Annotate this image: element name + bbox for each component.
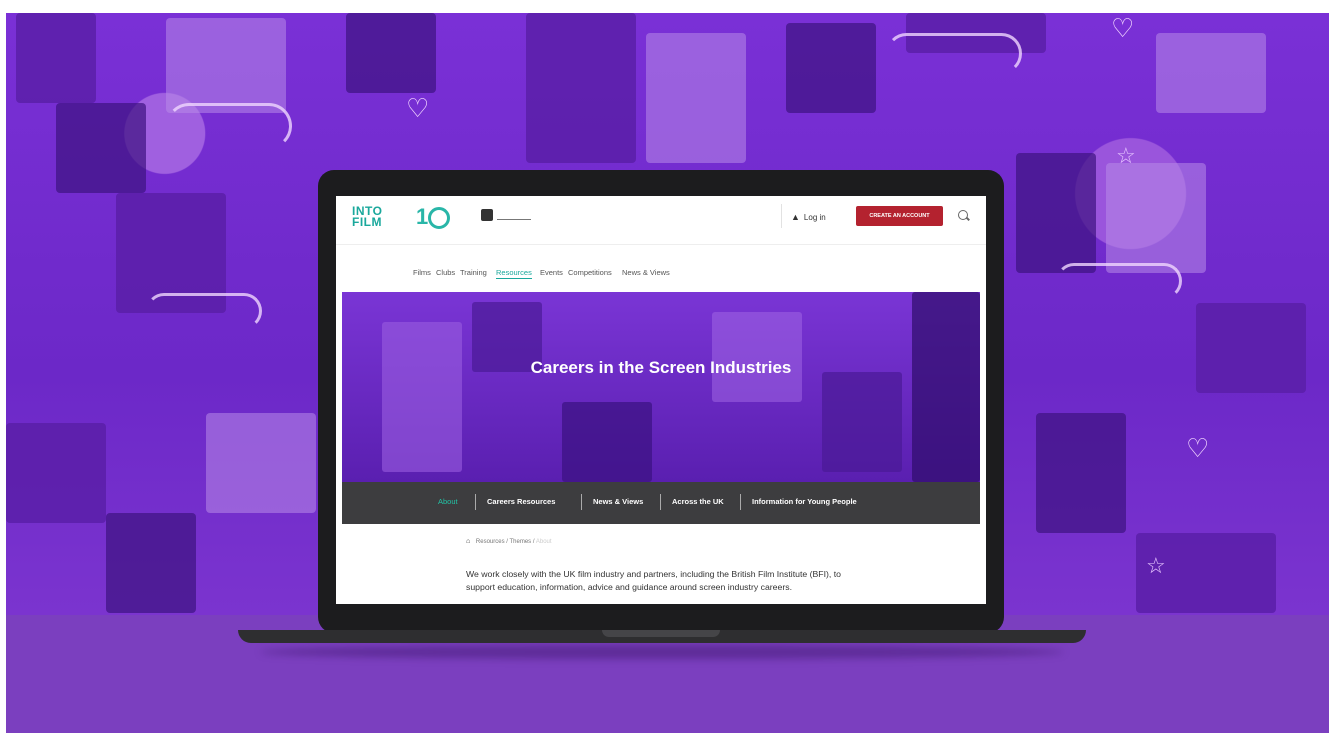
lottery-logo-icon xyxy=(497,211,531,220)
collage-photo xyxy=(1016,153,1096,273)
scribble-doodle xyxy=(166,103,292,149)
main-nav: Films Clubs Training Resources Events Co… xyxy=(336,262,986,284)
subnav-news-views[interactable]: News & Views xyxy=(593,497,643,506)
laptop-notch xyxy=(602,630,720,637)
subnav-separator xyxy=(581,494,582,510)
collage-photo xyxy=(346,13,436,93)
collage-photo xyxy=(6,423,106,523)
hero-photo xyxy=(382,322,462,472)
into-film-logo[interactable]: INTO FILM xyxy=(352,205,382,229)
intro-paragraph: We work closely with the UK film industr… xyxy=(466,569,841,592)
hero-photo xyxy=(822,372,902,472)
hero-photo xyxy=(912,292,980,482)
anniversary-ring-icon xyxy=(428,207,451,230)
login-label: Log in xyxy=(803,213,826,222)
star-doodle: ☆ xyxy=(1146,553,1166,578)
subnav-careers-resources[interactable]: Careers Resources xyxy=(487,497,555,506)
create-account-button[interactable]: CREATE AN ACCOUNT xyxy=(856,206,943,226)
logo-line2: FILM xyxy=(352,215,382,229)
hero-photo xyxy=(712,312,802,402)
page-title: Careers in the Screen Industries xyxy=(530,358,792,377)
scribble-doodle xyxy=(146,293,262,329)
bfi-logo-icon xyxy=(481,209,493,221)
home-icon[interactable]: ⌂ xyxy=(466,538,470,545)
scribble-doodle xyxy=(886,33,1022,74)
star-doodle: ☆ xyxy=(1116,143,1136,168)
hero-photo xyxy=(562,402,652,482)
scribble-doodle xyxy=(1056,263,1182,299)
collage-photo xyxy=(106,513,196,613)
breadcrumb-themes[interactable]: Themes xyxy=(510,539,532,545)
nav-item-training[interactable]: Training xyxy=(460,268,487,277)
anniversary-number: 1 xyxy=(416,204,429,229)
collage-photo xyxy=(526,13,636,163)
collage-photo xyxy=(1036,413,1126,533)
heart-doodle: ♡ xyxy=(1186,433,1210,463)
nav-item-news-views[interactable]: News & Views xyxy=(622,268,670,277)
partner-logos xyxy=(481,209,531,223)
laptop-shadow xyxy=(260,645,1064,659)
anniversary-logo: 1 xyxy=(416,204,451,230)
search-icon[interactable] xyxy=(958,210,968,220)
collage-photo xyxy=(206,413,316,513)
heart-doodle: ♡ xyxy=(406,93,430,123)
collage-photo xyxy=(16,13,96,103)
collage-photo xyxy=(786,23,876,113)
subnav-about[interactable]: About xyxy=(438,497,458,506)
nav-item-resources[interactable]: Resources xyxy=(496,268,532,279)
collage-photo xyxy=(166,18,286,113)
site-header: INTO FILM 1 ▲ Log in CREATE AN ACCOUNT xyxy=(336,196,986,245)
header-divider xyxy=(781,204,782,228)
subnav-across-uk[interactable]: Across the UK xyxy=(672,497,724,506)
breadcrumb: ⌂ Resources / Themes / About xyxy=(466,538,552,545)
collage-photo xyxy=(1156,33,1266,113)
heart-doodle: ♡ xyxy=(1111,13,1135,43)
user-icon: ▲ xyxy=(791,212,800,222)
login-link[interactable]: ▲ Log in xyxy=(791,212,826,222)
section-subnav: About Careers Resources News & Views Acr… xyxy=(342,482,980,524)
laptop-screen: INTO FILM 1 ▲ Log in CREATE AN ACCOUNT Fi… xyxy=(336,196,986,604)
subnav-information-young-people[interactable]: Information for Young People xyxy=(752,497,857,506)
nav-item-events[interactable]: Events xyxy=(540,268,563,277)
collage-photo xyxy=(1106,163,1206,273)
nav-item-competitions[interactable]: Competitions xyxy=(568,268,612,277)
collage-photo xyxy=(56,103,146,193)
nav-item-films[interactable]: Films xyxy=(413,268,431,277)
hero-banner: Careers in the Screen Industries xyxy=(342,292,980,482)
breadcrumb-current: About xyxy=(535,539,552,545)
nav-item-clubs[interactable]: Clubs xyxy=(436,268,455,277)
collage-photo xyxy=(646,33,746,163)
breadcrumb-resources[interactable]: Resources xyxy=(476,539,505,545)
subnav-separator xyxy=(660,494,661,510)
subnav-separator xyxy=(475,494,476,510)
collage-photo xyxy=(1196,303,1306,393)
subnav-separator xyxy=(740,494,741,510)
